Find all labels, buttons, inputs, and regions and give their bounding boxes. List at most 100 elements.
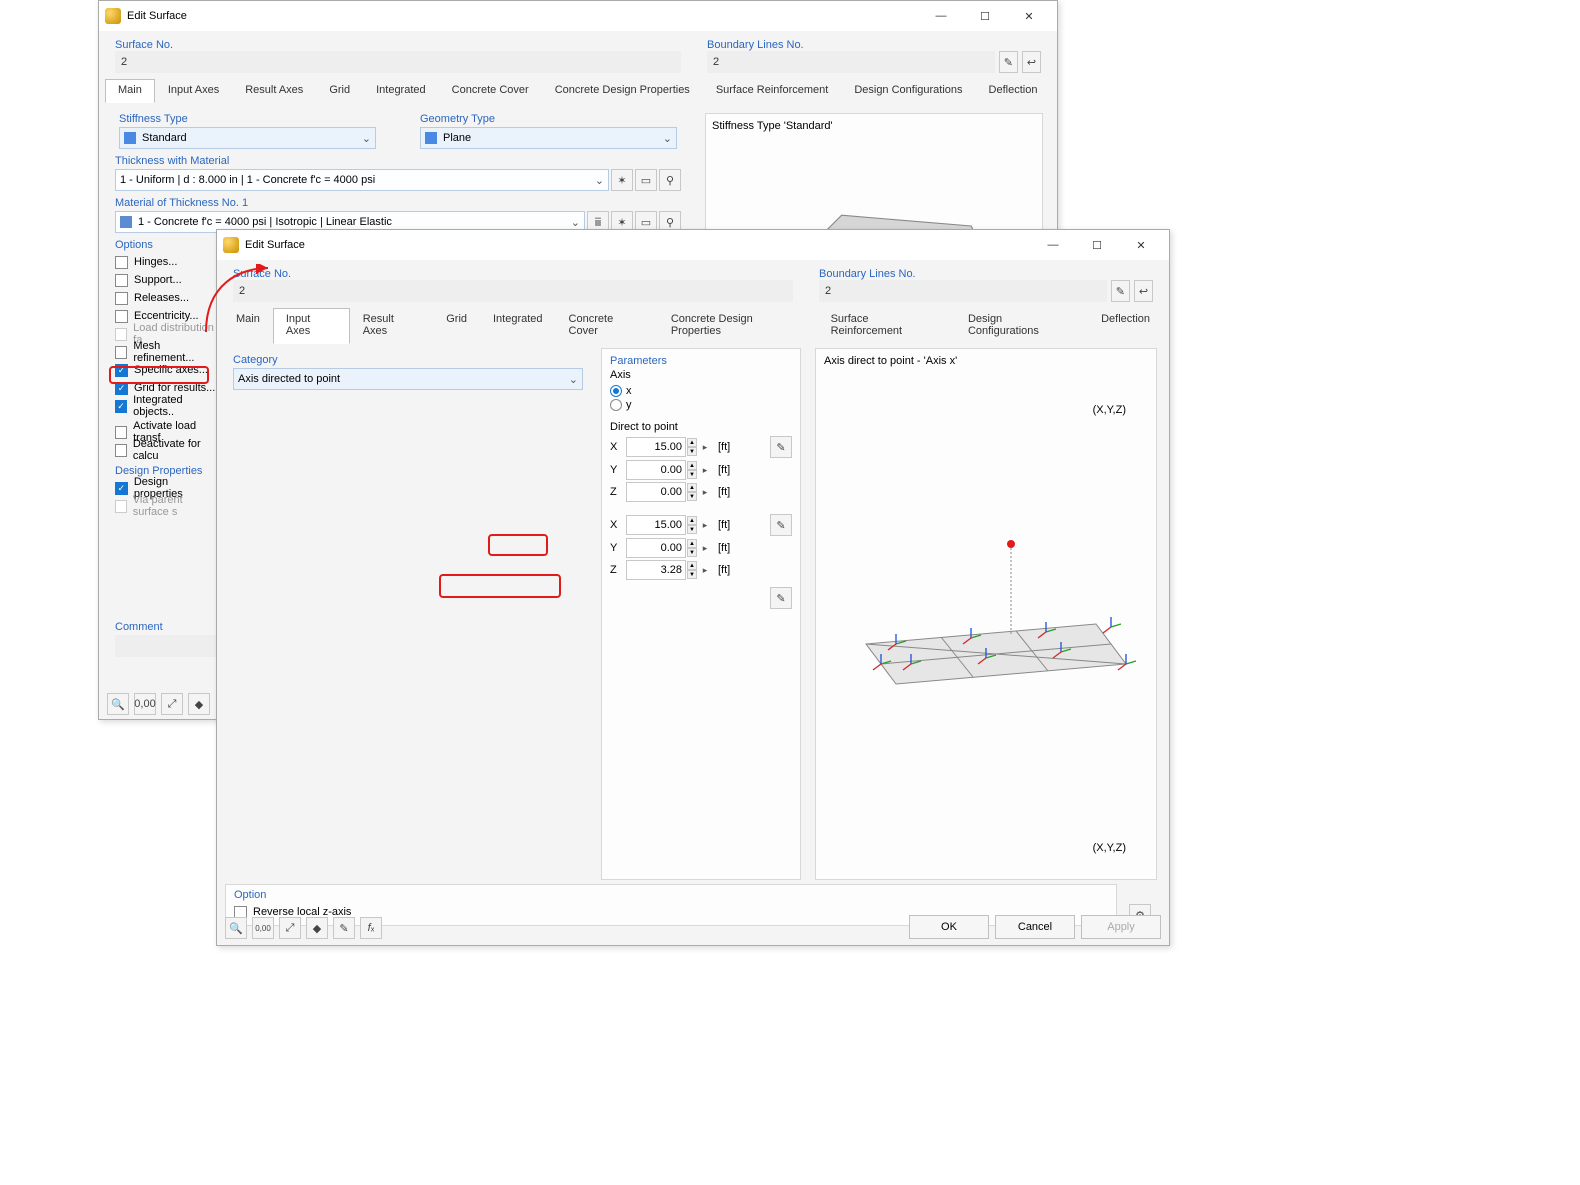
surface-no-input[interactable] bbox=[233, 280, 793, 302]
checkbox-icon: ✓ bbox=[115, 482, 128, 495]
tab-design-configurations[interactable]: Design Configurations bbox=[841, 79, 975, 103]
tab-grid[interactable]: Grid bbox=[433, 308, 480, 344]
tab-surface-reinforcement[interactable]: Surface Reinforcement bbox=[703, 79, 842, 103]
units-icon[interactable]: 0,00 bbox=[134, 693, 156, 715]
tab-main[interactable]: Main bbox=[105, 79, 155, 103]
chevron-down-icon: ⌄ bbox=[595, 174, 604, 187]
tab-surface-reinforcement[interactable]: Surface Reinforcement bbox=[818, 308, 955, 344]
direct-to-point-label: Direct to point bbox=[602, 413, 800, 435]
category-combo[interactable]: Axis directed to point ⌄ bbox=[233, 368, 583, 390]
titlebar: Edit Surface — ☐ ✕ bbox=[99, 1, 1057, 31]
chevron-down-icon: ⌄ bbox=[663, 132, 672, 145]
coord-Y-input[interactable]: ▲▼▸ bbox=[626, 538, 712, 558]
checkbox-icon bbox=[115, 346, 127, 359]
option-2[interactable]: Releases... bbox=[107, 289, 227, 307]
tab-input-axes[interactable]: Input Axes bbox=[273, 308, 350, 344]
option-10[interactable]: Deactivate for calcu bbox=[107, 441, 227, 459]
geometry-type-label: Geometry Type bbox=[412, 107, 685, 127]
surface-no-input[interactable] bbox=[115, 51, 681, 73]
coord-label-1: (X,Y,Z) bbox=[1093, 404, 1126, 416]
chevron-down-icon: ⌄ bbox=[571, 216, 580, 229]
tab-deflection[interactable]: Deflection bbox=[976, 79, 1051, 103]
category-label: Category bbox=[225, 348, 591, 368]
tab-concrete-design-properties[interactable]: Concrete Design Properties bbox=[658, 308, 818, 344]
app-icon bbox=[105, 8, 121, 24]
swatch-icon bbox=[425, 132, 437, 144]
tab-integrated[interactable]: Integrated bbox=[363, 79, 439, 103]
checkbox-icon bbox=[115, 426, 127, 439]
reset-icon[interactable]: ↩ bbox=[1022, 51, 1041, 73]
highlight-specific-axes bbox=[109, 366, 209, 384]
geometry-type-combo[interactable]: Plane ⌄ bbox=[420, 127, 677, 149]
highlight-category-combo bbox=[439, 574, 561, 598]
preview-title: Stiffness Type 'Standard' bbox=[712, 120, 1036, 132]
tab-input-axes[interactable]: Input Axes bbox=[155, 79, 232, 103]
ok-button[interactable]: OK bbox=[909, 915, 989, 939]
tool-b-icon[interactable]: ✎ bbox=[333, 917, 355, 939]
minimize-button[interactable]: — bbox=[919, 2, 963, 30]
target-icon[interactable]: ✎ bbox=[770, 514, 792, 536]
highlight-input-axes-tab bbox=[488, 534, 548, 556]
tab-result-axes[interactable]: Result Axes bbox=[232, 79, 316, 103]
maximize-button[interactable]: ☐ bbox=[963, 2, 1007, 30]
option-8[interactable]: ✓Integrated objects.. bbox=[107, 397, 227, 415]
tool-a-icon[interactable]: ◆ bbox=[306, 917, 328, 939]
tool-icon[interactable]: ◆ bbox=[188, 693, 210, 715]
checkbox-icon bbox=[115, 274, 128, 287]
tab-result-axes[interactable]: Result Axes bbox=[350, 308, 434, 344]
tab-concrete-cover[interactable]: Concrete Cover bbox=[439, 79, 542, 103]
zoom-icon[interactable]: 🔍 bbox=[107, 693, 129, 715]
tab-main[interactable]: Main bbox=[223, 308, 273, 344]
close-button[interactable]: ✕ bbox=[1119, 231, 1163, 259]
stiffness-type-combo[interactable]: Standard ⌄ bbox=[119, 127, 376, 149]
option-5[interactable]: Mesh refinement... bbox=[107, 343, 227, 361]
boundary-lines-input[interactable] bbox=[819, 280, 1107, 302]
edit-surface-dialog-front: Edit Surface — ☐ ✕ Surface No. Boundary … bbox=[216, 229, 1170, 946]
reset-icon[interactable]: ↩ bbox=[1134, 280, 1153, 302]
target-icon[interactable]: ✎ bbox=[770, 436, 792, 458]
tab-concrete-design-properties[interactable]: Concrete Design Properties bbox=[542, 79, 703, 103]
checkbox-icon bbox=[115, 292, 128, 305]
axis-icon[interactable]: ⤢ bbox=[161, 693, 183, 715]
coord-X-input[interactable]: ▲▼▸ bbox=[626, 437, 712, 457]
window-title: Edit Surface bbox=[245, 239, 1031, 251]
tab-deflection[interactable]: Deflection bbox=[1088, 308, 1163, 344]
tab-concrete-cover[interactable]: Concrete Cover bbox=[556, 308, 658, 344]
coord-Z-input[interactable]: ▲▼▸ bbox=[626, 482, 712, 502]
coord-Z-input[interactable]: ▲▼▸ bbox=[626, 560, 712, 580]
axis-preview-graphic bbox=[826, 514, 1146, 714]
open-icon[interactable]: ▭ bbox=[635, 169, 657, 191]
option-0[interactable]: Hinges... bbox=[107, 253, 227, 271]
checkbox-icon bbox=[115, 328, 127, 341]
tab-grid[interactable]: Grid bbox=[316, 79, 363, 103]
pick-icon[interactable]: ✎ bbox=[1111, 280, 1130, 302]
coord-label-2: (X,Y,Z) bbox=[1093, 842, 1126, 854]
axis-icon[interactable]: ⤢ bbox=[279, 917, 301, 939]
cancel-button[interactable]: Cancel bbox=[995, 915, 1075, 939]
tab-design-configurations[interactable]: Design Configurations bbox=[955, 308, 1088, 344]
new-icon[interactable]: ✶ bbox=[611, 169, 633, 191]
units-icon[interactable]: 0,00 bbox=[252, 917, 274, 939]
boundary-lines-input[interactable] bbox=[707, 51, 995, 73]
thickness-combo[interactable]: 1 - Uniform | d : 8.000 in | 1 - Concret… bbox=[115, 169, 609, 191]
pick-icon[interactable]: ✎ bbox=[999, 51, 1018, 73]
boundary-lines-label: Boundary Lines No. bbox=[811, 264, 1161, 280]
option-label: Option bbox=[226, 889, 1116, 903]
radio-y[interactable]: y bbox=[626, 399, 632, 411]
minimize-button[interactable]: — bbox=[1031, 231, 1075, 259]
coord-X-input[interactable]: ▲▼▸ bbox=[626, 515, 712, 535]
library-icon[interactable]: ⚲ bbox=[659, 169, 681, 191]
preview-title: Axis direct to point - 'Axis x' bbox=[824, 355, 957, 367]
coord-Y-input[interactable]: ▲▼▸ bbox=[626, 460, 712, 480]
stiffness-type-label: Stiffness Type bbox=[111, 107, 384, 127]
radio-x[interactable]: x bbox=[626, 385, 632, 397]
close-button[interactable]: ✕ bbox=[1007, 2, 1051, 30]
fx-icon[interactable]: fₓ bbox=[360, 917, 382, 939]
tab-integrated[interactable]: Integrated bbox=[480, 308, 556, 344]
zoom-icon[interactable]: 🔍 bbox=[225, 917, 247, 939]
titlebar: Edit Surface — ☐ ✕ bbox=[217, 230, 1169, 260]
target-icon[interactable]: ✎ bbox=[770, 587, 792, 609]
maximize-button[interactable]: ☐ bbox=[1075, 231, 1119, 259]
option-1[interactable]: Support... bbox=[107, 271, 227, 289]
apply-button[interactable]: Apply bbox=[1081, 915, 1161, 939]
